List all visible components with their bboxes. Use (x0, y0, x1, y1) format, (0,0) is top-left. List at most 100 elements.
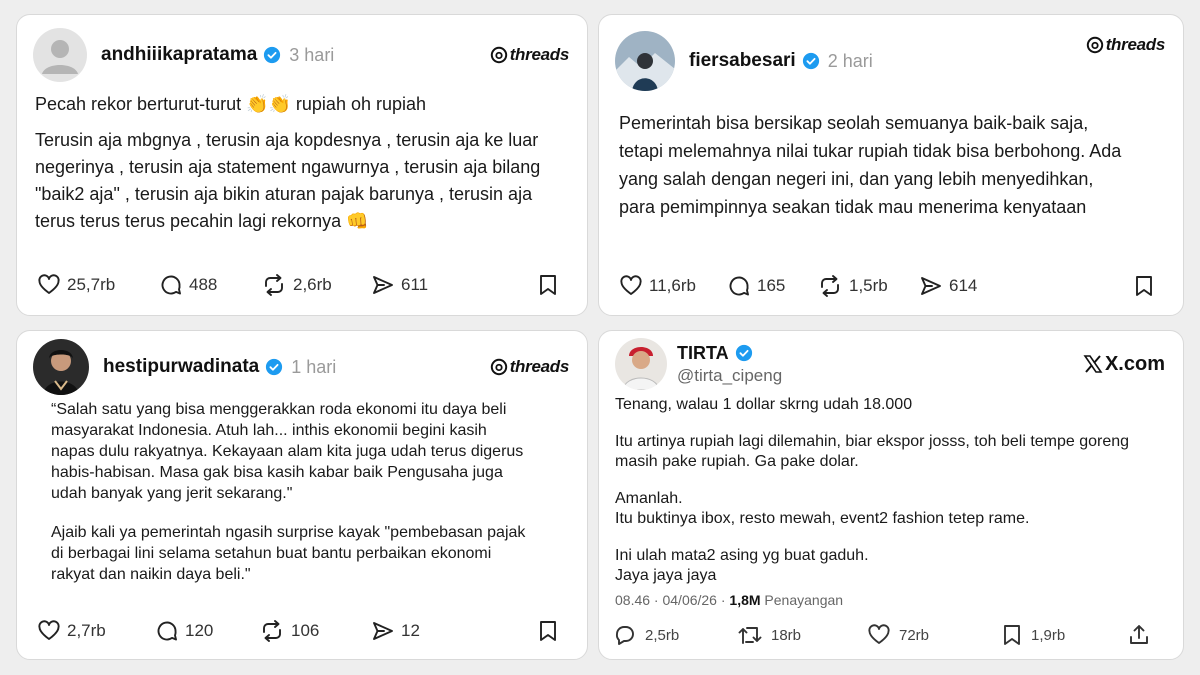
threads-post-card[interactable]: fiersabesari 2 hari threads Pemerintah b… (598, 14, 1184, 316)
like-button[interactable]: 11,6rb (619, 274, 696, 298)
post-meta: 08.46 · 04/06/26 · 1,8M Penayangan (615, 592, 843, 608)
post-actions: 11,6rb 165 1,5rb 614 (619, 273, 1161, 299)
profile-photo-icon (615, 338, 667, 390)
profile-photo-icon (615, 31, 675, 91)
comment-icon (729, 276, 749, 296)
repost-count: 18rb (771, 626, 802, 644)
post-body: “Salah satu yang bisa menggerakkan roda … (51, 399, 527, 585)
threads-icon (1086, 36, 1103, 54)
like-button[interactable]: 72rb (867, 623, 929, 647)
post-body: Pemerintah bisa bersikap seolah semuanya… (619, 109, 1127, 221)
verified-badge-icon (735, 344, 752, 362)
bookmark-count: 1,9rb (1031, 626, 1066, 644)
user-handle[interactable]: @tirta_cipeng (677, 366, 782, 386)
verified-badge-icon (266, 358, 283, 376)
bookmark-button[interactable] (1133, 274, 1161, 298)
share-count: 12 (401, 621, 420, 640)
like-count: 25,7rb (67, 275, 116, 294)
avatar[interactable] (33, 28, 87, 82)
share-button[interactable]: 614 (919, 274, 977, 298)
comment-icon (157, 621, 177, 641)
view-count: 1,8M (729, 592, 761, 608)
x-post-card[interactable]: TIRTA @tirta_cipeng X.com Tenang, walau … (598, 330, 1184, 660)
post-paragraph: “Salah satu yang bisa menggerakkan roda … (51, 401, 524, 502)
send-icon (373, 622, 393, 640)
send-icon (373, 276, 393, 294)
heart-icon (38, 274, 60, 294)
bookmark-icon (1004, 625, 1020, 645)
repost-icon (821, 275, 839, 297)
views-label: Penayangan (760, 592, 844, 608)
reply-button[interactable]: 488 (159, 273, 217, 297)
profile-photo-icon (33, 339, 89, 395)
bookmark-button[interactable]: 1,9rb (1001, 623, 1065, 647)
post-paragraph: Itu artinya rupiah lagi dilemahin, biar … (615, 433, 1130, 470)
verified-badge-icon (264, 46, 281, 64)
post-time: 2 hari (827, 50, 873, 71)
post-paragraph: Ini ulah mata2 asing yg buat gaduh. Jaya… (615, 547, 869, 584)
post-paragraph: Pecah rekor berturut-turut 👏👏 rupiah oh … (35, 94, 427, 114)
reply-count: 2,5rb (645, 626, 680, 644)
avatar[interactable] (615, 31, 675, 91)
like-button[interactable]: 2,7rb (37, 619, 106, 643)
bookmark-icon (540, 621, 556, 641)
repost-button[interactable]: 2,6rb (261, 273, 332, 297)
post-paragraph: Pemerintah bisa bersikap seolah semuanya… (619, 113, 1122, 217)
reply-button[interactable]: 2,5rb (613, 623, 679, 647)
reply-button[interactable]: 120 (155, 619, 213, 643)
bookmark-icon (1136, 276, 1152, 296)
share-button[interactable]: 12 (371, 619, 420, 643)
reply-count: 488 (189, 275, 218, 294)
username[interactable]: fiersabesari (689, 50, 796, 72)
bookmark-icon (540, 275, 556, 295)
like-count: 2,7rb (67, 621, 106, 640)
heart-icon (868, 624, 890, 644)
repost-icon (263, 620, 281, 642)
repost-button[interactable]: 18rb (737, 623, 801, 647)
repost-button[interactable]: 1,5rb (817, 274, 888, 298)
post-time: 1 hari (291, 356, 337, 377)
post-time: 3 hari (289, 44, 335, 65)
username[interactable]: andhiiikapratama (101, 44, 257, 66)
like-count: 11,6rb (649, 276, 696, 295)
reply-button[interactable]: 165 (727, 274, 785, 298)
repost-count: 1,5rb (849, 276, 888, 295)
heart-icon (38, 620, 60, 640)
bookmark-button[interactable] (537, 273, 565, 297)
post-header: TIRTA @tirta_cipeng X.com (615, 337, 1165, 391)
avatar[interactable] (33, 339, 89, 395)
bookmark-button[interactable] (537, 619, 565, 643)
share-button[interactable] (1127, 623, 1159, 647)
post-timestamp: 08.46 · 04/06/26 · (615, 592, 730, 608)
send-icon (921, 277, 941, 295)
share-icon (1130, 625, 1148, 644)
threads-icon (490, 46, 507, 64)
x-logo: X.com (1083, 353, 1165, 376)
post-header: hestipurwadinata 1 hari threads (33, 339, 569, 395)
threads-logo: threads (490, 357, 569, 377)
threads-post-card[interactable]: hestipurwadinata 1 hari threads “Salah s… (16, 330, 588, 660)
username[interactable]: hestipurwadinata (103, 356, 259, 378)
post-header: andhiiikapratama 3 hari threads (33, 27, 569, 83)
heart-icon (620, 275, 642, 295)
threads-logo: threads (1086, 35, 1165, 55)
post-body: Pecah rekor berturut-turut 👏👏 rupiah oh … (35, 91, 565, 235)
threads-logo: threads (490, 45, 569, 65)
reply-count: 120 (185, 621, 214, 640)
share-button[interactable]: 611 (371, 273, 428, 297)
display-name[interactable]: TIRTA (677, 343, 729, 364)
threads-post-card[interactable]: andhiiikapratama 3 hari threads Pecah re… (16, 14, 588, 316)
post-paragraph: Ajaib kali ya pemerintah ngasih surprise… (51, 524, 526, 583)
like-button[interactable]: 25,7rb (37, 273, 115, 297)
author-block: TIRTA @tirta_cipeng (677, 343, 782, 386)
default-avatar-icon (42, 40, 78, 74)
post-body: Tenang, walau 1 dollar skrng udah 18.000… (615, 395, 1167, 586)
avatar[interactable] (615, 338, 667, 390)
repost-count: 2,6rb (293, 275, 332, 294)
post-paragraph: Amanlah. Itu buktinya ibox, resto mewah,… (615, 490, 1030, 527)
like-count: 72rb (899, 626, 930, 644)
post-paragraph: Tenang, walau 1 dollar skrng udah 18.000 (615, 396, 913, 413)
repost-button[interactable]: 106 (259, 619, 319, 643)
comment-icon (161, 275, 181, 295)
post-actions: 2,5rb 18rb 72rb 1,9rb (613, 619, 1159, 651)
